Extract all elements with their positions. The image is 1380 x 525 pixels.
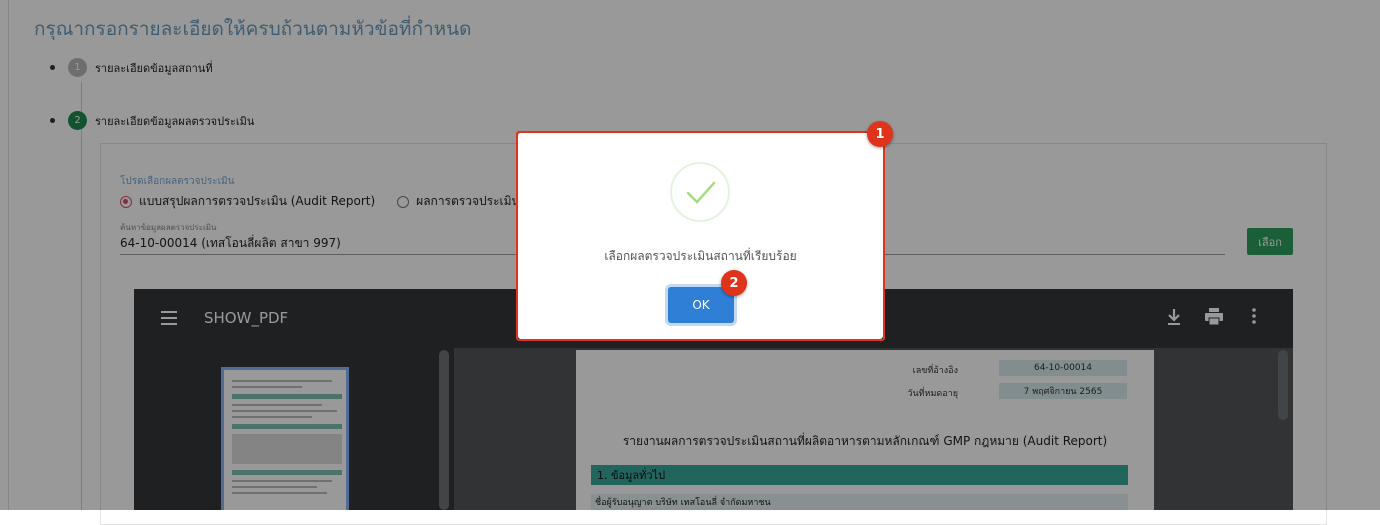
- annotation-marker-1: 1: [867, 121, 893, 147]
- annotation-marker-2: 2: [721, 270, 747, 296]
- highlight-box: [516, 131, 885, 341]
